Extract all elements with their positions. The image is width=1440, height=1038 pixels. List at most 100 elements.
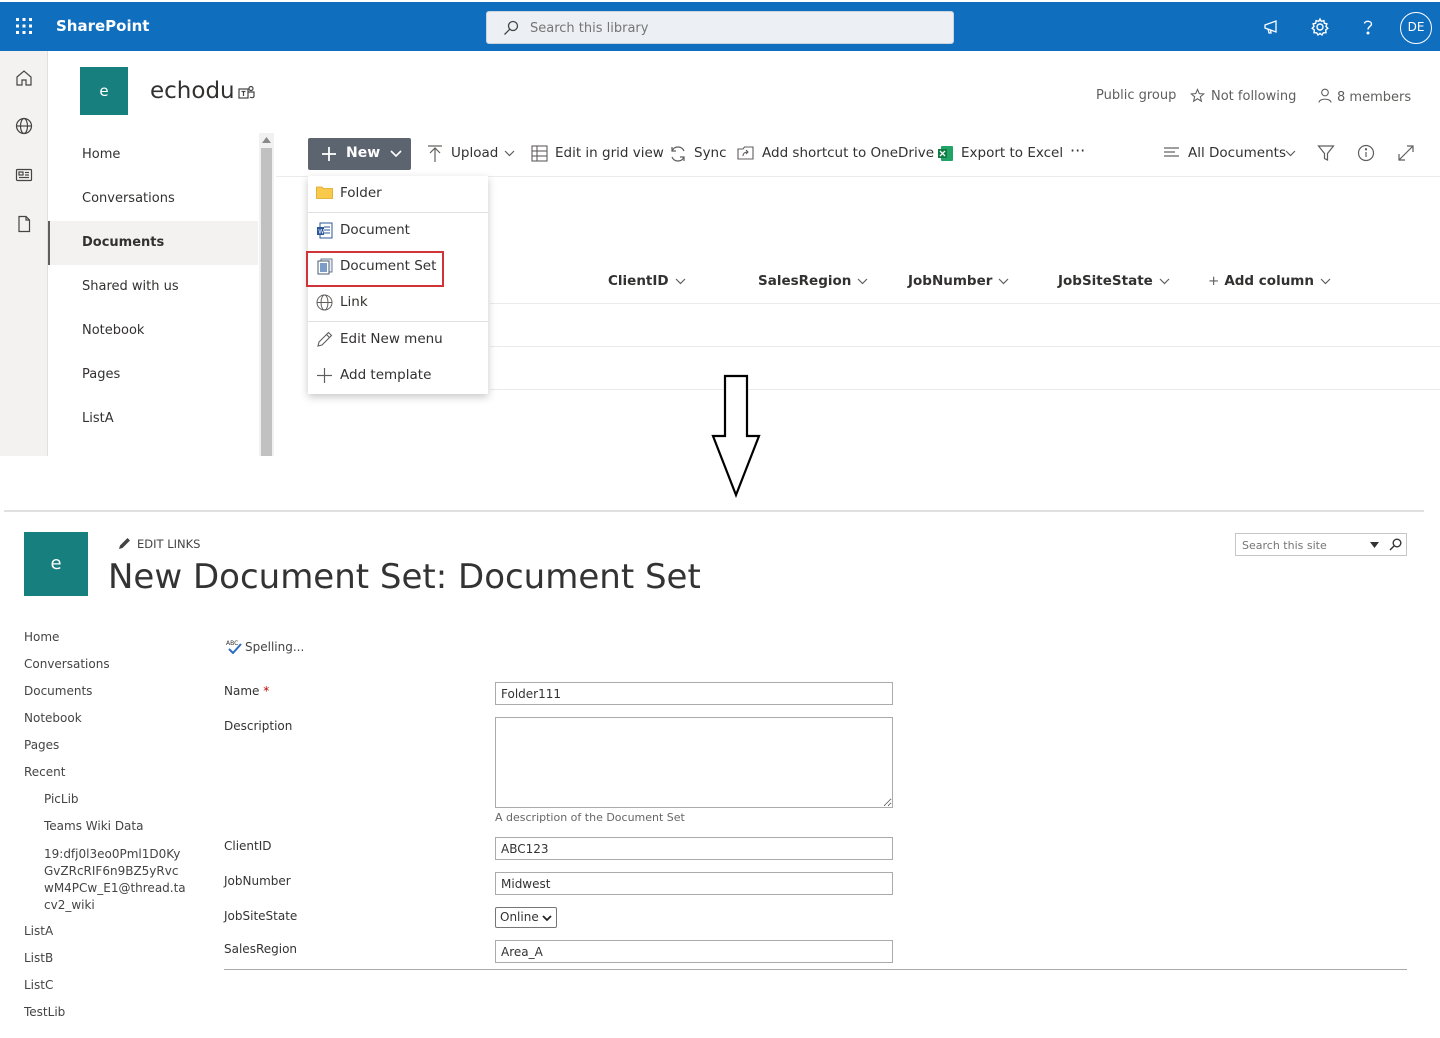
library-search-input[interactable] bbox=[530, 18, 930, 38]
classic-nav-notebook[interactable]: Notebook bbox=[24, 711, 82, 725]
more-commands-button[interactable]: ··· bbox=[1070, 140, 1092, 160]
globe-icon[interactable] bbox=[14, 116, 34, 136]
word-document-icon: W bbox=[317, 222, 333, 239]
classic-nav-lista[interactable]: ListA bbox=[24, 924, 53, 938]
classic-nav-recent: Recent bbox=[24, 765, 66, 779]
nav-item-conversations[interactable]: Conversations bbox=[48, 177, 258, 221]
column-header-jobnumber[interactable]: JobNumber bbox=[908, 273, 1009, 289]
description-field[interactable] bbox=[495, 717, 893, 808]
menu-item-label: Document bbox=[340, 222, 410, 238]
classic-nav-listc[interactable]: ListC bbox=[24, 978, 53, 992]
svg-text:ABC: ABC bbox=[226, 640, 238, 647]
help-icon[interactable] bbox=[1358, 17, 1378, 37]
scroll-up-arrow-icon[interactable] bbox=[262, 137, 271, 143]
follow-button[interactable]: Not following bbox=[1190, 88, 1296, 104]
dropdown-arrow-icon[interactable] bbox=[1370, 542, 1379, 548]
export-to-excel-button[interactable]: Export to Excel bbox=[937, 144, 1063, 164]
jobnumber-field[interactable] bbox=[495, 872, 893, 895]
megaphone-icon[interactable] bbox=[1262, 17, 1282, 37]
app-launcher-icon[interactable] bbox=[14, 16, 34, 36]
search-icon[interactable] bbox=[1389, 538, 1402, 551]
clientid-field-label: ClientID bbox=[224, 839, 272, 853]
nav-item-shared-with-us[interactable]: Shared with us bbox=[48, 265, 258, 309]
name-field[interactable] bbox=[495, 682, 893, 705]
jobsitestate-field-label: JobSiteState bbox=[224, 909, 298, 923]
salesregion-field[interactable] bbox=[495, 940, 893, 963]
gear-icon[interactable] bbox=[1310, 17, 1330, 37]
members-button[interactable]: 8 members bbox=[1318, 88, 1411, 105]
classic-nav-conversations[interactable]: Conversations bbox=[24, 657, 110, 671]
sharepoint-brand[interactable]: SharePoint bbox=[56, 17, 149, 35]
chevron-down-icon bbox=[1285, 150, 1296, 157]
column-label: JobSiteState bbox=[1058, 273, 1153, 289]
info-icon[interactable] bbox=[1357, 144, 1377, 164]
menu-item-add-template[interactable]: Add template bbox=[308, 358, 488, 394]
classic-nav-home[interactable]: Home bbox=[24, 630, 59, 644]
menu-item-label: Folder bbox=[340, 185, 382, 201]
spelling-label: Spelling... bbox=[245, 640, 305, 654]
sync-label: Sync bbox=[694, 145, 727, 161]
upload-label: Upload bbox=[451, 145, 499, 161]
nav-item-notebook[interactable]: Notebook bbox=[48, 309, 258, 353]
search-icon bbox=[504, 20, 519, 35]
sync-icon bbox=[671, 146, 685, 162]
user-avatar[interactable]: DE bbox=[1400, 12, 1432, 44]
filter-icon[interactable] bbox=[1317, 144, 1337, 164]
upload-button[interactable]: Upload bbox=[427, 144, 519, 164]
menu-item-document[interactable]: W Document bbox=[308, 213, 488, 249]
classic-nav-piclib[interactable]: PicLib bbox=[44, 792, 79, 806]
home-icon[interactable] bbox=[14, 68, 34, 88]
section-divider bbox=[4, 510, 1424, 512]
column-header-salesregion[interactable]: SalesRegion bbox=[758, 273, 868, 289]
sync-button[interactable]: Sync bbox=[669, 144, 727, 164]
classic-nav-testlib[interactable]: TestLib bbox=[24, 1005, 65, 1019]
app-bar bbox=[0, 51, 48, 456]
nav-item-home[interactable]: Home bbox=[48, 133, 258, 177]
classic-site-logo[interactable]: e bbox=[24, 532, 88, 596]
classic-nav-pages[interactable]: Pages bbox=[24, 738, 59, 752]
spelling-button[interactable]: ABC Spelling... bbox=[226, 639, 304, 654]
new-button[interactable]: New bbox=[308, 138, 411, 170]
classic-nav-listb[interactable]: ListB bbox=[24, 951, 53, 965]
nav-item-lista[interactable]: ListA bbox=[48, 397, 258, 441]
add-shortcut-label: Add shortcut to OneDrive bbox=[762, 145, 935, 161]
more-icon: ··· bbox=[1070, 141, 1086, 160]
jobsitestate-select[interactable]: Online bbox=[495, 907, 557, 928]
classic-nav-teams-wiki-data[interactable]: Teams Wiki Data bbox=[44, 819, 143, 833]
menu-item-edit-new-menu[interactable]: Edit New menu bbox=[308, 322, 488, 358]
column-header-jobsitestate[interactable]: JobSiteState bbox=[1058, 273, 1170, 289]
chevron-down-icon bbox=[998, 278, 1009, 284]
column-header-clientid[interactable]: ClientID bbox=[608, 273, 686, 289]
form-bottom-divider bbox=[224, 969, 1407, 970]
nav-item-documents[interactable]: Documents bbox=[48, 221, 258, 265]
excel-icon bbox=[938, 146, 953, 161]
site-logo[interactable]: e bbox=[80, 67, 128, 115]
chevron-down-icon bbox=[675, 278, 686, 284]
teams-icon[interactable] bbox=[238, 85, 256, 101]
library-search-box[interactable] bbox=[486, 11, 954, 44]
classic-nav-documents[interactable]: Documents bbox=[24, 684, 92, 698]
svg-text:W: W bbox=[318, 229, 324, 236]
news-icon[interactable] bbox=[14, 165, 34, 185]
shortcut-icon bbox=[737, 146, 754, 160]
file-icon[interactable] bbox=[14, 214, 34, 234]
view-switcher[interactable]: All Documents bbox=[1163, 144, 1303, 164]
classic-nav-thread-wiki[interactable]: 19:dfj0l3eo0Pml1D0KyGvZRcRIF6n9BZ5yRvcwM… bbox=[44, 846, 186, 914]
add-column-button[interactable]: + Add column bbox=[1208, 273, 1331, 289]
menu-item-folder[interactable]: Folder bbox=[308, 176, 488, 212]
spellcheck-icon: ABC bbox=[226, 640, 242, 654]
menu-item-link[interactable]: Link bbox=[308, 285, 488, 321]
add-shortcut-button[interactable]: Add shortcut to OneDrive bbox=[737, 144, 934, 164]
edit-grid-view-button[interactable]: Edit in grid view bbox=[531, 144, 664, 164]
export-label: Export to Excel bbox=[961, 145, 1064, 161]
site-name[interactable]: echodu bbox=[150, 78, 235, 104]
page-title: New Document Set: Document Set bbox=[108, 557, 701, 597]
nav-item-pages[interactable]: Pages bbox=[48, 353, 258, 397]
expand-icon[interactable] bbox=[1397, 144, 1417, 164]
edit-links-button[interactable]: EDIT LINKS bbox=[118, 537, 200, 551]
site-search-input[interactable] bbox=[1242, 537, 1362, 553]
site-search-box[interactable] bbox=[1235, 533, 1407, 556]
nav-scroll-thumb[interactable] bbox=[261, 148, 272, 456]
clientid-field[interactable] bbox=[495, 837, 893, 860]
menu-item-label: Add template bbox=[340, 367, 432, 383]
